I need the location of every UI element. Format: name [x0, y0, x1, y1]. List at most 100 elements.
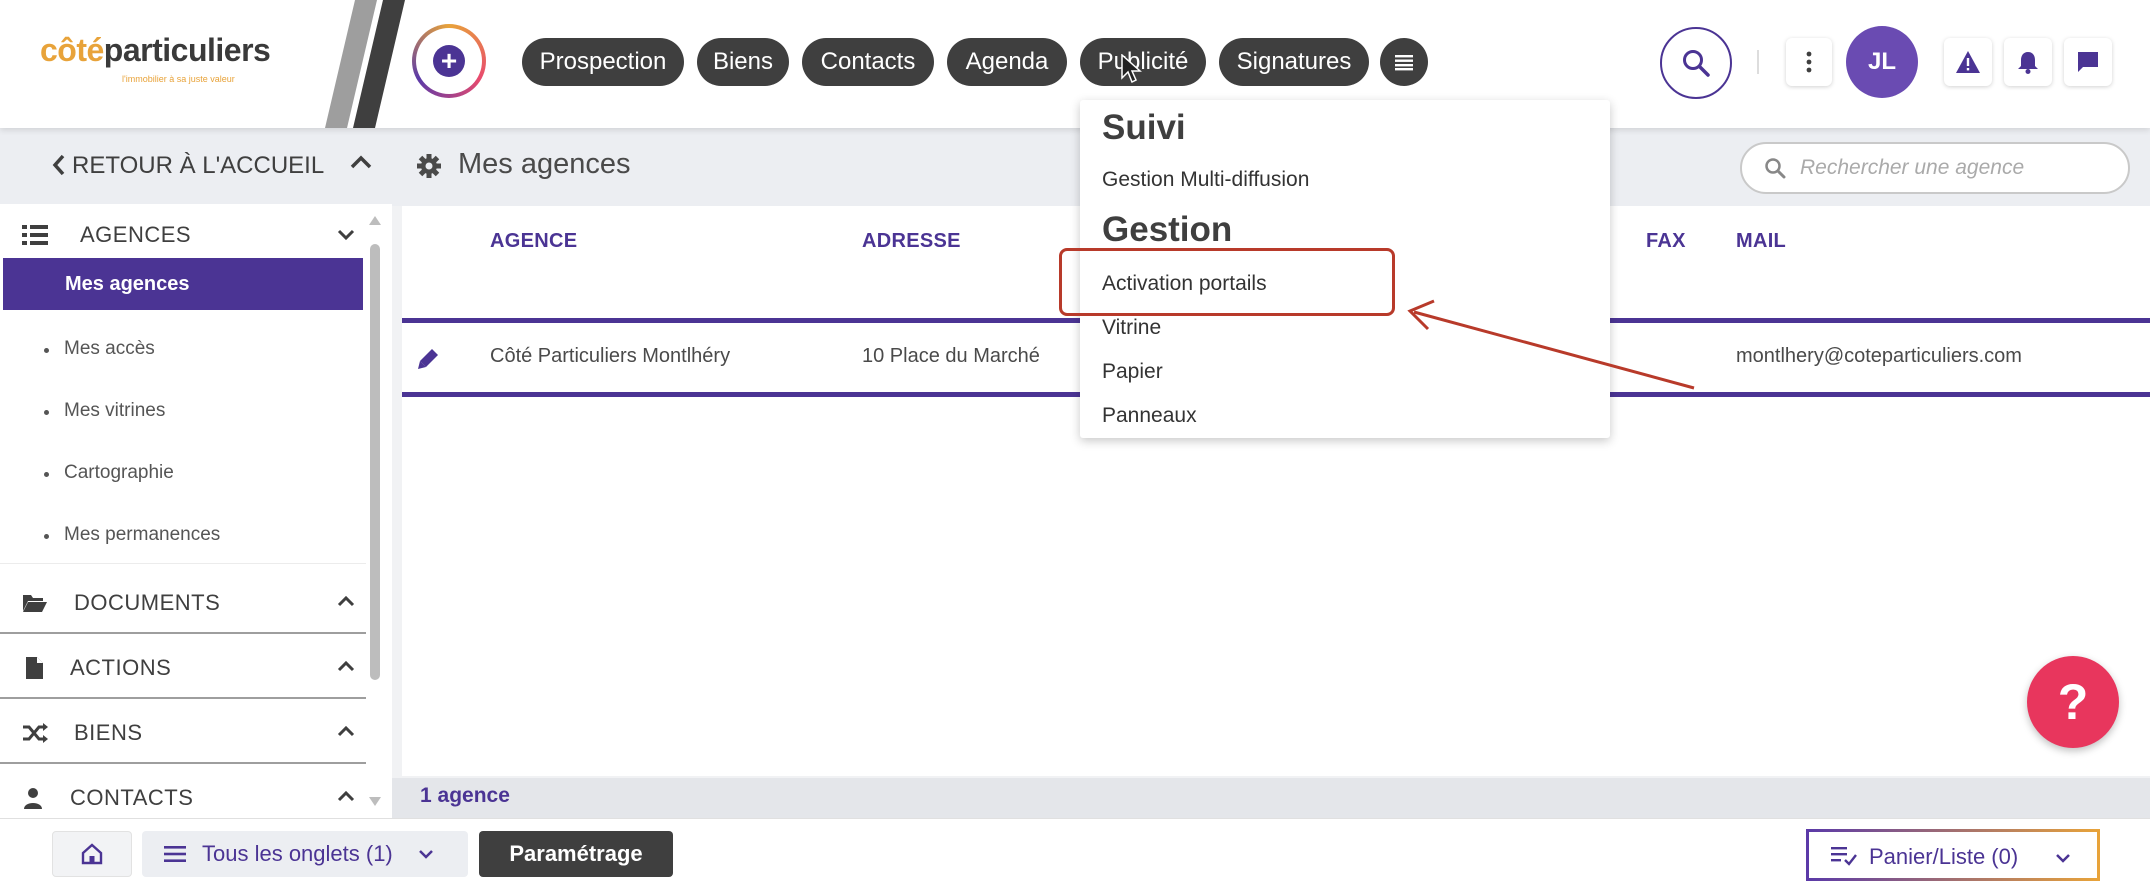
back-to-home-link[interactable]: RETOUR À L'ACCUEIL: [0, 128, 392, 204]
sidebar-item-mes-agences[interactable]: Mes agences: [3, 258, 363, 310]
list-icon: [22, 225, 48, 245]
nav-biens[interactable]: Biens: [697, 38, 789, 86]
top-bar: côtéparticuliers l'immobilier à sa juste…: [0, 0, 2150, 128]
file-icon: [26, 657, 43, 679]
menu-item-gestion-multi-diffusion[interactable]: Gestion Multi-diffusion: [1102, 168, 1309, 192]
kebab-icon: [1806, 51, 1812, 73]
warning-icon: [1956, 51, 1980, 73]
back-to-home-label: RETOUR À L'ACCUEIL: [72, 152, 325, 179]
menu-icon: [164, 846, 186, 862]
bullet-icon: [44, 410, 49, 415]
sidebar-item-label: Mes vitrines: [64, 400, 166, 421]
checklist-icon: [1831, 847, 1857, 866]
help-button[interactable]: ?: [2027, 656, 2119, 748]
chevron-up-icon: [337, 660, 355, 672]
annotation-highlight-box: [1059, 248, 1395, 316]
annotation-arrow-icon: [1407, 299, 1695, 390]
sidebar-item-label: Cartographie: [64, 462, 174, 483]
agency-search[interactable]: [1740, 142, 2130, 194]
chevron-up-icon: [350, 155, 372, 169]
cell-agence: Côté Particuliers Montlhéry: [490, 345, 731, 367]
app-root: côtéparticuliers l'immobilier à sa juste…: [0, 0, 2150, 882]
chat-icon: [2078, 52, 2098, 72]
chevron-left-icon: [52, 154, 66, 183]
chevron-down-icon: [419, 850, 433, 859]
sidebar-item-label: Mes accès: [64, 338, 155, 359]
collapse-sidebar-button[interactable]: [350, 152, 372, 179]
section-actions-label: ACTIONS: [70, 655, 172, 680]
search-icon: [1765, 158, 1786, 179]
mouse-cursor-icon: [1121, 54, 1142, 84]
sidebar: RETOUR À L'ACCUEIL AGENCES Mes agences M…: [0, 128, 392, 818]
chevron-up-icon: [337, 595, 355, 607]
section-contacts-label: CONTACTS: [70, 785, 194, 810]
menu-item-papier[interactable]: Papier: [1102, 360, 1163, 384]
nav-contacts[interactable]: Contacts: [802, 38, 934, 86]
panier-liste-button[interactable]: Panier/Liste (0): [1806, 829, 2100, 881]
sidebar-item-mes-vitrines[interactable]: Mes vitrines: [0, 380, 366, 440]
menu-heading-gestion: Gestion: [1102, 210, 1233, 249]
user-icon: [24, 788, 42, 809]
all-tabs-label: Tous les onglets (1): [202, 841, 393, 866]
folder-open-icon: [23, 595, 47, 612]
section-actions-header[interactable]: ACTIONS: [0, 637, 366, 699]
edit-pencil-icon[interactable]: [416, 345, 442, 371]
nav-more-button[interactable]: [1380, 38, 1428, 86]
section-biens-label: BIENS: [74, 720, 143, 745]
nav-signatures[interactable]: Signatures: [1219, 38, 1369, 86]
menu-item-panneaux[interactable]: Panneaux: [1102, 404, 1197, 428]
alerts-button[interactable]: [1944, 38, 1992, 86]
chevron-down-icon: [337, 229, 355, 241]
brand-logo[interactable]: côtéparticuliers l'immobilier à sa juste…: [40, 32, 340, 92]
home-button[interactable]: [52, 831, 132, 877]
sidebar-scroll-thumb[interactable]: [370, 244, 380, 680]
sidebar-item-label: Mes permanences: [64, 524, 221, 545]
chevron-up-icon: [337, 725, 355, 737]
section-documents-header[interactable]: DOCUMENTS: [0, 572, 366, 634]
messages-button[interactable]: [2064, 38, 2112, 86]
bullet-icon: [44, 472, 49, 477]
logo-tagline: l'immobilier à sa juste valeur: [122, 74, 235, 84]
toolbar-separator: [1757, 50, 1759, 74]
notifications-button[interactable]: [2004, 38, 2052, 86]
section-biens-header[interactable]: BIENS: [0, 702, 366, 764]
cell-mail: montlhery@coteparticuliers.com: [1736, 345, 2022, 367]
gear-icon: [417, 154, 441, 178]
bullet-icon: [44, 348, 49, 353]
sidebar-item-mes-acces[interactable]: Mes accès: [0, 318, 366, 378]
cell-adresse: 10 Place du Marché: [862, 345, 1040, 367]
home-icon: [81, 843, 103, 865]
table-footer: 1 agence: [392, 778, 2150, 818]
logo-word-cote: côté: [40, 32, 104, 68]
section-agences-header[interactable]: AGENCES: [0, 204, 366, 266]
list-icon: [1395, 55, 1413, 71]
shuffle-icon: [23, 723, 48, 743]
search-icon: [1683, 50, 1710, 77]
sidebar-item-cartographie[interactable]: Cartographie: [0, 442, 366, 502]
sidebar-item-mes-permanences[interactable]: Mes permanences: [0, 504, 366, 564]
logo-word-particuliers: particuliers: [103, 32, 271, 68]
decorative-stripes: [325, 0, 405, 128]
panier-liste-label: Panier/Liste (0): [1869, 844, 2019, 869]
nav-prospection[interactable]: Prospection: [522, 38, 684, 86]
chevron-down-icon: [2056, 854, 2070, 863]
plus-icon: +: [433, 45, 465, 77]
section-documents-label: DOCUMENTS: [74, 590, 221, 615]
bottom-bar: Tous les onglets (1) Paramétrage Panier/…: [0, 818, 2150, 882]
chevron-up-icon: [337, 790, 355, 802]
agency-count: 1 agence: [420, 784, 510, 807]
page-title: Mes agences: [458, 148, 631, 180]
menu-item-vitrine[interactable]: Vitrine: [1102, 316, 1161, 340]
global-search-button[interactable]: [1660, 27, 1732, 99]
nav-agenda[interactable]: Agenda: [947, 38, 1067, 86]
all-tabs-button[interactable]: Tous les onglets (1): [142, 831, 468, 877]
menu-heading-suivi: Suivi: [1102, 108, 1186, 147]
agency-search-input[interactable]: [1800, 154, 2110, 182]
user-avatar[interactable]: JL: [1846, 26, 1918, 98]
bullet-icon: [44, 534, 49, 539]
parametrage-button[interactable]: Paramétrage: [479, 831, 673, 877]
bell-icon: [2018, 52, 2038, 74]
nav-publicite[interactable]: Publicité: [1080, 38, 1206, 86]
quick-add-button[interactable]: +: [412, 24, 486, 98]
more-options-button[interactable]: [1786, 38, 1832, 86]
